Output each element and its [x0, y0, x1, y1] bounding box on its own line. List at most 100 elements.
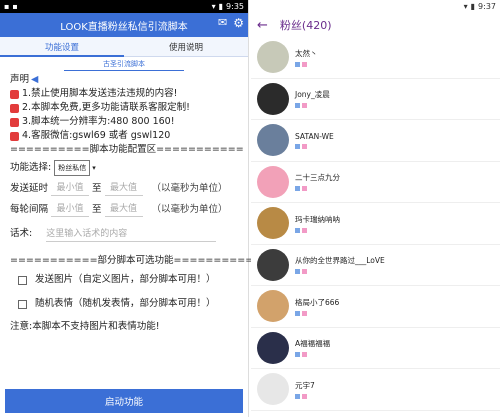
script-panel: ▪ ▪ ▾ ▮ 9:35 LOOK直播粉丝私信引流脚本 ✉ ⚙ 功能设置 使用说明…: [0, 0, 262, 417]
avatar[interactable]: [257, 165, 289, 198]
gender-badge-icon: [302, 269, 307, 275]
fan-badges: [295, 352, 330, 358]
random-emoji-checkbox[interactable]: [18, 299, 27, 309]
unit-note: （以毫秒为单位）: [151, 203, 228, 215]
fan-badges: [295, 227, 340, 233]
tabs: 功能设置 使用说明: [0, 37, 248, 57]
status-time: 9:37: [478, 2, 496, 11]
fans-list: 太然丶 Jony_凌晨 SATAN-WE 二十三点九分 玛卡瑞纳呐呐从你的全世界路过__…: [251, 37, 500, 411]
function-label: 功能选择:: [10, 161, 52, 173]
tab-instructions[interactable]: 使用说明: [124, 37, 248, 56]
fans-title: 粉丝(420): [279, 19, 332, 32]
function-select[interactable]: 粉丝私信: [54, 159, 91, 176]
alarm-icon: [10, 131, 19, 141]
rule-4: 4.客服微信:gswl69 或者 gswl120: [22, 130, 171, 141]
send-image-checkbox[interactable]: [18, 275, 27, 285]
fan-badges: [295, 143, 334, 149]
fan-badges: [295, 61, 318, 67]
words-input[interactable]: 这里输入话术的内容: [46, 227, 217, 242]
to-label: 至: [92, 203, 102, 215]
rule-3: 3.脚本统一分辨率为:480 800 160!: [22, 116, 175, 127]
level-badge-icon: [295, 352, 300, 358]
optional-divider: ===========部分脚本可选功能===========: [10, 255, 262, 266]
fans-header: ← 粉丝(420): [251, 13, 500, 37]
level-badge-icon: [295, 143, 300, 149]
battery-icon: ▮: [218, 2, 224, 11]
gender-badge-icon: [302, 310, 307, 316]
alarm-icon: [10, 103, 19, 113]
list-item[interactable]: Jony_凌晨: [251, 79, 500, 120]
fan-badges: [295, 310, 339, 316]
list-item[interactable]: 玛卡瑞纳呐呐: [251, 203, 500, 245]
fan-name: 太然丶: [295, 48, 318, 58]
rule-2: 2.本脚本免费,更多功能请联系客服定制!: [22, 102, 190, 113]
interval-min-input[interactable]: 最小值: [51, 202, 90, 217]
fan-badges: [295, 103, 330, 109]
fan-name: 玛卡瑞纳呐呐: [295, 214, 340, 224]
config-divider: ==========脚本功能配置区===========: [10, 144, 244, 155]
avatar[interactable]: [257, 331, 289, 364]
level-badge-icon: [295, 393, 300, 399]
fan-name: 元宇7: [295, 380, 315, 390]
to-label: 至: [92, 182, 102, 194]
list-item[interactable]: 元宇7: [251, 369, 500, 411]
fan-name: 从你的全世界路过___LoVE: [295, 256, 385, 266]
list-item[interactable]: A福福福福: [251, 328, 500, 369]
dropdown-icon[interactable]: ▾: [92, 161, 96, 175]
list-item[interactable]: 太然丶: [251, 37, 500, 79]
battery-icon: ▮: [470, 2, 476, 11]
send-delay-max-input[interactable]: 最大值: [104, 181, 143, 196]
app-bar: LOOK直播粉丝私信引流脚本 ✉ ⚙: [0, 13, 248, 37]
level-badge-icon: [295, 61, 300, 67]
list-item[interactable]: 二十三点九分: [251, 162, 500, 203]
level-badge-icon: [295, 103, 300, 109]
wifi-icon: ▾: [211, 2, 216, 11]
fan-name: 格局小了666: [295, 297, 340, 307]
gender-badge-icon: [302, 352, 307, 358]
back-arrow-icon[interactable]: ←: [257, 18, 268, 33]
gender-badge-icon: [302, 186, 307, 192]
rule-1: 1.禁止使用脚本发送违法违规的内容!: [22, 88, 178, 99]
fan-name: Jony_凌晨: [295, 90, 330, 100]
avatar[interactable]: [257, 373, 289, 406]
warning-text: 注意:本脚本不支持图片和表情功能!: [10, 321, 160, 332]
status-bar: ▪ ▪ ▾ ▮ 9:35: [0, 0, 248, 13]
fans-panel: ▾ ▮ 9:37 ← 粉丝(420) 太然丶 Jony_凌晨 SATAN-WE 二十三…: [251, 0, 500, 417]
random-emoji-label: 随机表情（随机发表情，部分脚本可用！）: [35, 298, 216, 309]
start-button[interactable]: 启动功能: [5, 389, 243, 413]
level-badge-icon: [295, 227, 300, 233]
gender-badge-icon: [302, 227, 307, 233]
script-subtitle: 古圣引流脚本: [64, 59, 184, 71]
speaker-icon: ◀: [31, 74, 39, 85]
send-delay-min-input[interactable]: 最小值: [51, 181, 90, 196]
unit-note: （以毫秒为单位）: [151, 182, 228, 194]
fan-name: 二十三点九分: [295, 173, 340, 183]
avatar[interactable]: [257, 290, 289, 323]
level-badge-icon: [295, 186, 300, 192]
gender-badge-icon: [302, 393, 307, 399]
list-item[interactable]: 从你的全世界路过___LoVE: [251, 245, 500, 286]
tab-function-settings[interactable]: 功能设置: [0, 37, 124, 57]
send-image-label: 发送图片（自定义图片，部分脚本可用！）: [35, 274, 216, 285]
settings-icon[interactable]: ⚙: [233, 16, 244, 30]
list-item[interactable]: 格局小了666: [251, 286, 500, 328]
avatar[interactable]: [257, 41, 289, 74]
level-badge-icon: [295, 269, 300, 275]
alarm-icon: [10, 89, 19, 99]
interval-max-input[interactable]: 最大值: [104, 202, 143, 217]
statement-label: 声明: [10, 74, 30, 85]
interval-label: 每轮间隔: [10, 203, 49, 215]
status-bar: ▾ ▮ 9:37: [251, 0, 500, 13]
chat-icon[interactable]: ✉: [218, 16, 227, 30]
fan-name: SATAN-WE: [295, 131, 334, 141]
alarm-icon: [10, 117, 19, 127]
list-item[interactable]: SATAN-WE: [251, 120, 500, 162]
wifi-icon: ▾: [463, 2, 468, 11]
avatar[interactable]: [257, 207, 289, 240]
avatar[interactable]: [257, 82, 289, 115]
fan-badges: [295, 393, 315, 399]
level-badge-icon: [295, 310, 300, 316]
avatar[interactable]: [257, 124, 289, 157]
avatar[interactable]: [257, 248, 289, 281]
fan-badges: [295, 186, 340, 192]
